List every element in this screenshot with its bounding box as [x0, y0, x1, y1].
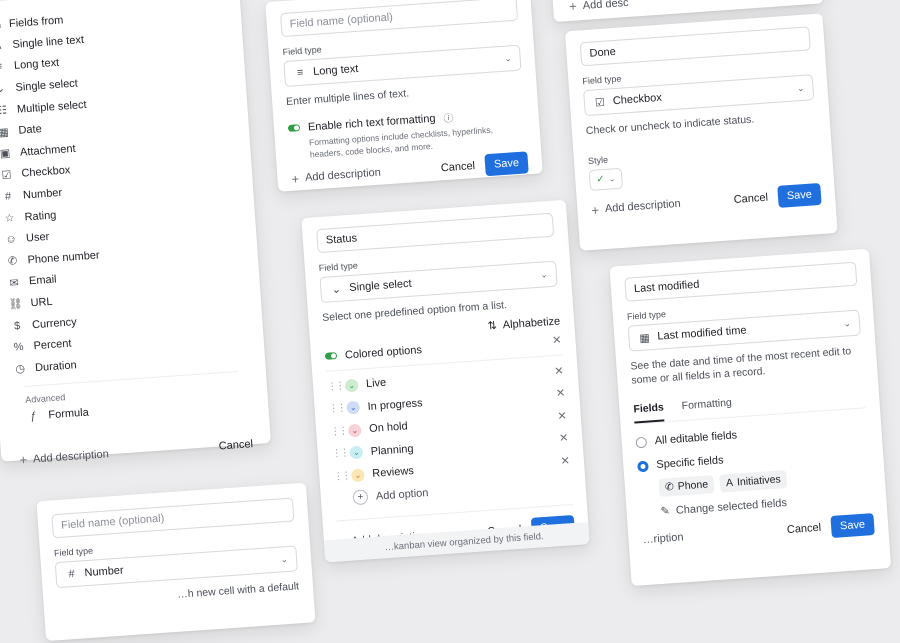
- phone-icon: ✆: [664, 481, 675, 494]
- rich-text-toggle[interactable]: [287, 124, 301, 133]
- pencil-icon: ✎: [660, 505, 671, 519]
- phone-icon: ✆: [7, 255, 18, 269]
- field-name-input[interactable]: Last modified: [624, 261, 858, 302]
- cancel-button[interactable]: Cancel: [440, 160, 475, 174]
- status-option-label: In progress: [367, 397, 423, 413]
- colored-options-toggle[interactable]: [324, 352, 338, 361]
- plus-icon: +: [590, 202, 600, 218]
- chevron-down-icon: ⌄: [503, 52, 512, 64]
- chevron-down-icon: ⌄: [608, 174, 616, 184]
- long-text-icon: ≡: [296, 66, 304, 80]
- long-text-icon: ≡: [0, 61, 3, 74]
- plus-icon: +: [18, 452, 28, 468]
- add-description-button[interactable]: + Add desc: [569, 0, 807, 14]
- link-icon: ⛓: [8, 298, 24, 312]
- plus-icon: +: [291, 170, 300, 187]
- tab-formatting[interactable]: Formatting: [681, 397, 732, 420]
- save-button[interactable]: Save: [484, 151, 529, 177]
- chevron-down-icon: ⌄: [280, 553, 289, 564]
- remove-option-icon[interactable]: ✕: [557, 409, 567, 423]
- field-type-list-card: ▭ Fields from ASingle line text≡Long tex…: [0, 0, 271, 468]
- number-field-card: Field name (optional) Field type # Numbe…: [36, 482, 316, 642]
- status-option-label: On hold: [368, 420, 409, 436]
- number-icon: #: [68, 567, 76, 581]
- table-icon: ▭: [0, 18, 4, 32]
- checkbox-field-card: Done Field type ☑ Checkbox ⌄ Check or un…: [564, 13, 838, 251]
- field-name-input[interactable]: Status: [316, 212, 555, 254]
- plus-circle-icon: +: [352, 489, 369, 506]
- remove-option-icon[interactable]: ✕: [560, 454, 570, 468]
- tab-fields[interactable]: Fields: [633, 401, 665, 424]
- status-option-label: Planning: [370, 442, 414, 458]
- attachment-icon: ▣: [0, 147, 11, 161]
- add-description-button[interactable]: +Add description: [291, 165, 381, 187]
- help-icon[interactable]: ⓘ: [443, 110, 454, 126]
- add-description-button[interactable]: …ription: [642, 532, 684, 547]
- chip-initiatives[interactable]: A Initiatives: [719, 470, 788, 493]
- star-icon: ☆: [4, 212, 15, 225]
- status-option-label: Live: [365, 377, 387, 391]
- chevron-down-icon: ⌄: [539, 268, 549, 280]
- remove-option-icon[interactable]: ✕: [554, 364, 564, 378]
- clock-icon: ◷: [14, 363, 26, 376]
- single-select-icon: ⌄: [331, 283, 342, 296]
- color-picker-icon[interactable]: ⌄: [349, 445, 364, 460]
- add-description-button[interactable]: +Add description: [18, 446, 109, 468]
- cancel-button[interactable]: Cancel: [218, 438, 253, 452]
- status-field-card: Status Field type ⌄ Single select ⌄ Sele…: [301, 199, 590, 563]
- text-icon: A: [0, 39, 5, 52]
- drag-handle-icon[interactable]: ⋮⋮: [333, 470, 350, 482]
- checkbox-icon: ☑: [594, 96, 606, 109]
- tabs: Fields Formatting: [633, 387, 866, 425]
- style-label: Style: [587, 154, 609, 167]
- number-icon: #: [4, 190, 12, 203]
- drag-handle-icon[interactable]: ⋮⋮: [332, 448, 349, 460]
- field-type-items: ASingle line text≡Long text⌄Single selec…: [0, 19, 247, 380]
- check-icon: ✓: [596, 174, 606, 186]
- long-text-field-card: Field name (optional) Field type ≡ Long …: [265, 0, 543, 192]
- percent-icon: %: [13, 341, 24, 354]
- add-description-button[interactable]: +Add description: [590, 196, 681, 218]
- chevron-down-icon: ⌄: [796, 82, 805, 93]
- user-icon: ☺: [5, 233, 18, 247]
- chip-phone[interactable]: ✆ Phone: [658, 475, 715, 498]
- email-icon: ✉: [9, 276, 20, 290]
- last-modified-field-card: Last modified Field type ▦ Last modified…: [609, 248, 892, 587]
- drag-handle-icon[interactable]: ⋮⋮: [328, 403, 345, 415]
- text-icon: A: [725, 477, 734, 490]
- sort-icon: ⇅: [487, 320, 498, 333]
- field-name-input[interactable]: Field name (optional): [279, 0, 519, 38]
- plus-icon: +: [568, 0, 578, 14]
- color-picker-icon[interactable]: ⌄: [344, 378, 359, 393]
- radio-button[interactable]: [635, 436, 648, 449]
- field-name-input[interactable]: Done: [579, 26, 811, 67]
- multiple-select-icon: ☷: [0, 104, 8, 118]
- chevron-down-icon: ⌄: [843, 317, 852, 329]
- save-button[interactable]: Save: [830, 513, 875, 539]
- formula-icon: ƒ: [30, 410, 37, 423]
- currency-icon: $: [13, 319, 21, 333]
- cancel-button[interactable]: Cancel: [733, 192, 768, 206]
- color-picker-icon[interactable]: ⌄: [350, 468, 365, 483]
- save-button[interactable]: Save: [777, 183, 822, 209]
- cancel-button[interactable]: Cancel: [787, 522, 822, 536]
- radio-all-fields[interactable]: All editable fields: [635, 421, 867, 449]
- calendar-icon: ▦: [0, 126, 10, 139]
- style-select[interactable]: ✓ ⌄: [588, 167, 624, 192]
- drag-handle-icon[interactable]: ⋮⋮: [327, 381, 344, 393]
- close-icon[interactable]: ✕: [552, 334, 562, 348]
- status-options-list: ⋮⋮ ⌄ Live ✕ ⋮⋮ ⌄ In progress ✕ ⋮⋮ ⌄ On hold ✕ ⋮⋮ ⌄ Pla…: [326, 359, 571, 488]
- color-picker-icon[interactable]: ⌄: [347, 423, 362, 438]
- color-picker-icon[interactable]: ⌄: [346, 401, 361, 415]
- field-name-input[interactable]: Field name (optional): [51, 497, 295, 539]
- checkbox-icon: ☑: [1, 169, 12, 182]
- single-select-icon: ⌄: [0, 83, 6, 96]
- drag-handle-icon[interactable]: ⋮⋮: [330, 426, 347, 438]
- field-type-description: See the date and time of the most recent…: [630, 345, 852, 387]
- remove-option-icon[interactable]: ✕: [559, 432, 569, 446]
- clock-calendar-icon: ▦: [638, 331, 651, 345]
- status-option-label: Reviews: [371, 465, 415, 481]
- remove-option-icon[interactable]: ✕: [556, 387, 566, 401]
- radio-button-selected[interactable]: [637, 460, 649, 473]
